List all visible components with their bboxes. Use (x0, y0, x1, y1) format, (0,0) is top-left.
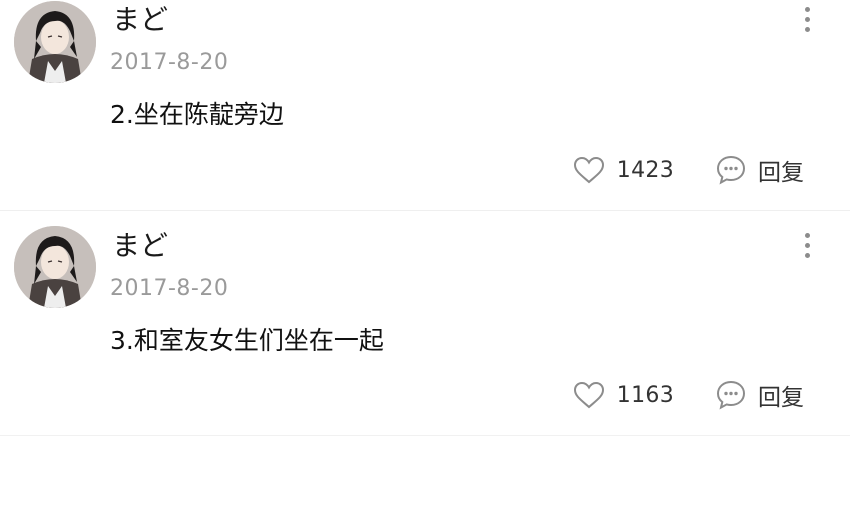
comment-card: まど 2017-8-20 2.坐在陈靛旁边 1423 回复 (0, 0, 850, 211)
like-button[interactable]: 1423 (573, 156, 674, 184)
like-count: 1163 (616, 382, 674, 408)
heart-icon (573, 381, 604, 409)
speech-bubble-icon (716, 155, 746, 185)
username[interactable]: まど (112, 2, 168, 38)
comment-text: 3.和室友女生们坐在一起 (110, 326, 384, 355)
like-count: 1423 (616, 157, 674, 183)
avatar-illustration (14, 226, 96, 308)
reply-label: 回复 (758, 160, 804, 186)
reply-label: 回复 (758, 385, 804, 411)
comment-card: まど 2017-8-20 3.和室友女生们坐在一起 1163 回复 (0, 225, 850, 436)
speech-bubble-icon (716, 380, 746, 410)
like-button[interactable]: 1163 (573, 381, 674, 409)
avatar-illustration (14, 1, 96, 83)
avatar[interactable] (14, 226, 96, 308)
more-vertical-icon[interactable] (802, 233, 812, 263)
avatar[interactable] (14, 1, 96, 83)
reply-button[interactable]: 回复 (716, 378, 804, 412)
comment-date: 2017-8-20 (110, 50, 229, 75)
username[interactable]: まど (112, 228, 168, 264)
more-vertical-icon[interactable] (802, 7, 812, 37)
comment-actions: 1163 回复 (573, 377, 804, 413)
heart-icon (573, 156, 604, 184)
comment-date: 2017-8-20 (110, 276, 229, 301)
comment-text: 2.坐在陈靛旁边 (110, 100, 284, 129)
reply-button[interactable]: 回复 (716, 153, 804, 187)
comment-actions: 1423 回复 (573, 152, 804, 188)
